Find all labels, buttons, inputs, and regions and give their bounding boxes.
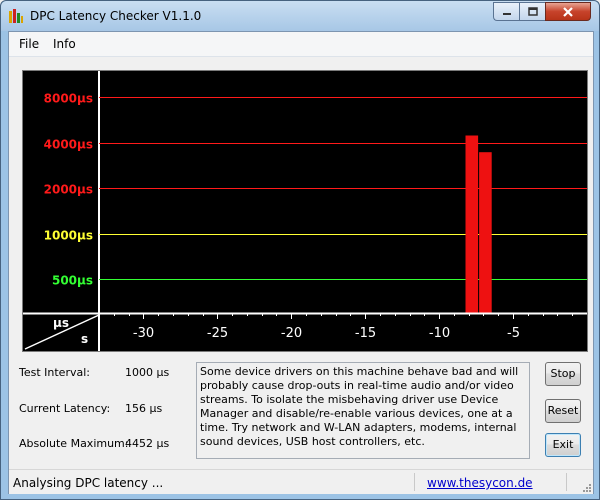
latency-bar [479, 152, 492, 313]
website-link[interactable]: www.thesycon.de [427, 476, 533, 490]
x-tick-label: -25 [207, 326, 228, 341]
close-icon [563, 6, 573, 17]
window-title: DPC Latency Checker V1.1.0 [30, 9, 202, 23]
x-tick-label: -30 [133, 326, 154, 341]
exit-button[interactable]: Exit [545, 433, 581, 457]
absolute-maximum-value: 4452 µs [125, 437, 170, 450]
resize-grip-icon[interactable] [581, 482, 591, 492]
title-bar[interactable]: DPC Latency Checker V1.1.0 [1, 1, 599, 31]
x-tick-label: -10 [429, 326, 450, 341]
menu-info[interactable]: Info [53, 37, 76, 51]
description-text: Some device drivers on this machine beha… [196, 362, 530, 459]
x-tick-label: -5 [507, 326, 520, 341]
absolute-maximum-label: Absolute Maximum: [19, 437, 129, 450]
menu-file[interactable]: File [19, 37, 39, 51]
stop-button[interactable]: Stop [545, 362, 581, 386]
maximize-icon [527, 7, 538, 16]
status-bar: Analysing DPC latency ... www.thesycon.d… [9, 469, 593, 494]
y-tick-label: 4000µs [44, 138, 93, 152]
bar-chart-app-icon [8, 8, 24, 24]
corner-x-unit: s [81, 332, 88, 346]
current-latency-label: Current Latency: [19, 402, 111, 415]
latency-chart: 16000µs8000µs4000µs2000µs1000µs500µsµss-… [22, 70, 588, 352]
latency-chart-svg: 16000µs8000µs4000µs2000µs1000µs500µsµss-… [23, 71, 587, 351]
corner-y-unit: µs [53, 316, 69, 330]
x-tick-label: -20 [281, 326, 302, 341]
y-tick-label: 8000µs [44, 92, 93, 106]
x-tick-label: -15 [355, 326, 376, 341]
app-window: DPC Latency Checker V1.1.0 File Info 160… [0, 0, 600, 500]
test-interval-label: Test Interval: [19, 366, 90, 379]
test-interval-value: 1000 µs [125, 366, 170, 379]
client-area: File Info 16000µs8000µs4000µs2000µs1000µ… [8, 31, 594, 494]
reset-button[interactable]: Reset [545, 399, 581, 423]
y-tick-label: 500µs [52, 274, 93, 288]
status-text: Analysing DPC latency ... [13, 476, 164, 490]
y-tick-label: 2000µs [44, 183, 93, 197]
minimize-icon [502, 12, 511, 15]
current-latency-value: 156 µs [125, 402, 163, 415]
latency-bar [465, 135, 479, 313]
status-separator [566, 473, 567, 491]
maximize-button[interactable] [519, 2, 545, 21]
minimize-button[interactable] [493, 2, 519, 21]
y-tick-label: 1000µs [44, 229, 93, 243]
menu-bar: File Info [9, 32, 593, 57]
status-separator [414, 473, 415, 491]
close-button[interactable] [545, 2, 591, 21]
